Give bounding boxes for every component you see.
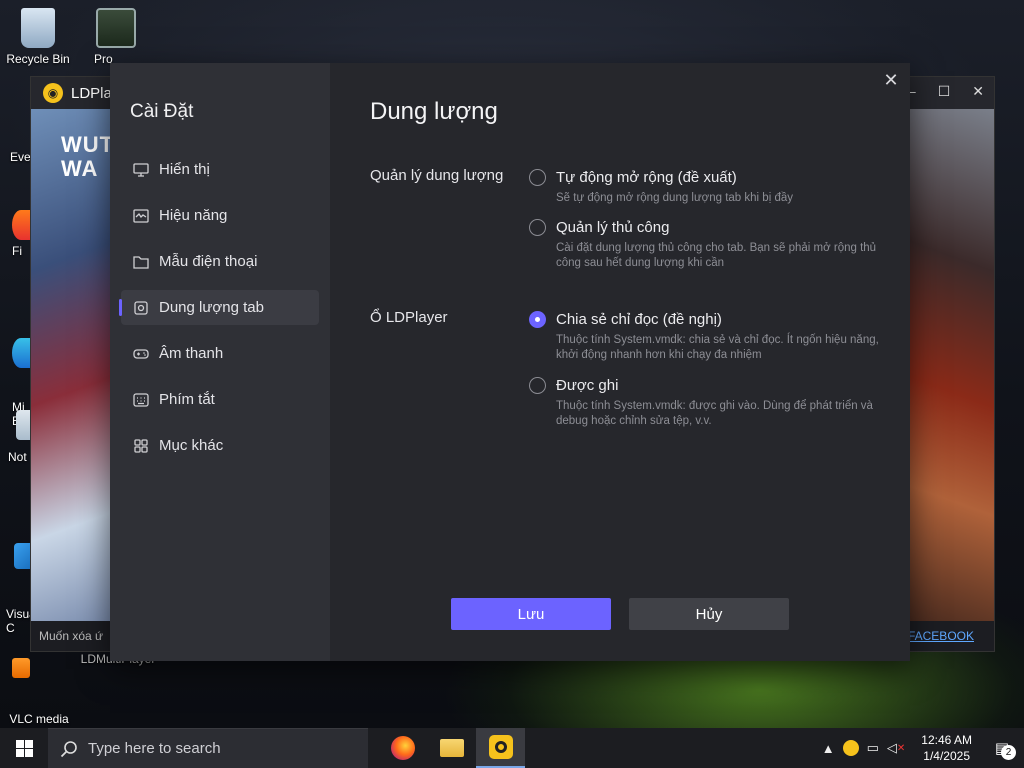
sidebar-item-other[interactable]: Mục khác	[121, 428, 319, 463]
desktop-icon-pro[interactable]: Pro	[78, 8, 138, 66]
option-manual-management[interactable]: Quản lý thủ công Cài đặt dung lượng thủ …	[529, 219, 879, 271]
sidebar-item-performance[interactable]: Hiệu năng	[121, 198, 319, 233]
gamepad-icon	[133, 346, 149, 362]
facebook-link[interactable]: FACEBOOK	[908, 629, 974, 643]
option-auto-expand[interactable]: Tự động mở rộng (đề xuất) Sẽ tự động mở …	[529, 169, 879, 206]
settings-sidebar: Cài Đặt Hiển thị Hiệu năng Mẫu điện thoạ…	[110, 63, 330, 661]
option-description: Cài đặt dung lượng thủ công cho tab. Bạn…	[556, 242, 877, 269]
desktop-icon-recycle-bin[interactable]: Recycle Bin	[0, 8, 76, 66]
sidebar-item-label: Dung lượng tab	[159, 299, 264, 316]
chevron-up-icon[interactable]: ▲	[822, 741, 835, 756]
option-label: Chia sẻ chỉ đọc (đề nghị)	[556, 311, 722, 328]
maximize-icon[interactable]: ☐	[938, 83, 951, 100]
sidebar-item-label: Hiển thị	[159, 161, 210, 178]
ldplayer-icon	[488, 735, 513, 759]
notification-center-button[interactable]: ▤ 2	[988, 734, 1016, 762]
taskbar-search-box[interactable]: Type here to search	[48, 728, 368, 768]
option-shared-readonly[interactable]: Chia sẻ chỉ đọc (đề nghị) Thuộc tính Sys…	[529, 311, 879, 363]
vlc-icon	[12, 658, 30, 678]
search-placeholder: Type here to search	[88, 740, 221, 757]
sidebar-item-display[interactable]: Hiển thị	[121, 152, 319, 187]
radio-button-selected[interactable]	[529, 311, 546, 328]
ldplayer-window-controls: – ☐ ✕	[908, 83, 984, 100]
start-button[interactable]	[0, 728, 48, 768]
taskbar-clock[interactable]: 12:46 AM 1/4/2025	[913, 732, 980, 764]
ldplayer-logo-icon: ◉	[43, 83, 63, 103]
game-artwork-right	[908, 109, 994, 621]
sidebar-item-phone-model[interactable]: Mẫu điện thoại	[121, 244, 319, 279]
section-label-ldplayer-drive: Ổ LDPlayer	[370, 309, 448, 326]
windows-icon	[15, 739, 33, 757]
option-writable[interactable]: Được ghi Thuộc tính System.vmdk: được gh…	[529, 377, 879, 429]
desktop-icon-eve[interactable]: Eve	[0, 150, 31, 164]
save-button[interactable]: Lưu	[451, 598, 611, 630]
cancel-button[interactable]: Hủy	[629, 598, 789, 630]
desktop-icon-firefox[interactable]: Fi	[0, 210, 30, 258]
radio-button[interactable]	[529, 219, 546, 236]
close-icon[interactable]: ✕	[880, 69, 902, 91]
sidebar-item-label: Mục khác	[159, 437, 224, 454]
network-icon[interactable]: ▭	[867, 740, 879, 756]
edge-icon	[12, 338, 30, 368]
option-label: Được ghi	[556, 377, 619, 394]
game-artwork-left: WUT WA	[31, 109, 115, 621]
sidebar-item-label: Hiệu năng	[159, 207, 228, 224]
taskbar-app-firefox[interactable]	[378, 728, 427, 768]
option-label: Quản lý thủ công	[556, 219, 670, 236]
settings-nav: Hiển thị Hiệu năng Mẫu điện thoại Dung l…	[119, 152, 319, 474]
sidebar-item-label: Âm thanh	[159, 345, 224, 362]
desktop-icon-label: Not	[8, 450, 27, 464]
radio-button[interactable]	[529, 169, 546, 186]
desktop-icon-label: Eve	[10, 150, 31, 164]
sidebar-item-sound[interactable]: Âm thanh	[121, 336, 319, 371]
folder-icon	[133, 254, 149, 270]
firefox-icon	[390, 736, 415, 760]
sidebar-item-tab-storage[interactable]: Dung lượng tab	[119, 290, 319, 325]
option-description: Thuộc tính System.vmdk: được ghi vào. Dù…	[556, 400, 873, 427]
performance-icon	[133, 208, 149, 224]
radio-button[interactable]	[529, 377, 546, 394]
settings-dialog: Cài Đặt Hiển thị Hiệu năng Mẫu điện thoạ…	[110, 63, 910, 661]
ldplayer-bottom-text: Muốn xóa ứ	[39, 629, 104, 643]
clock-time: 12:46 AM	[921, 733, 972, 747]
taskbar-app-ldplayer[interactable]	[476, 728, 525, 768]
monitor-app-icon	[96, 8, 136, 48]
taskbar-app-file-explorer[interactable]	[427, 728, 476, 768]
search-icon	[60, 740, 77, 757]
clock-date: 1/4/2025	[923, 749, 970, 763]
close-icon[interactable]: ✕	[972, 83, 984, 100]
ldplayer-tray-icon[interactable]	[842, 740, 859, 756]
keyboard-icon	[133, 392, 149, 408]
desktop-icon-label: Recycle Bin	[6, 52, 70, 66]
sidebar-item-label: Phím tắt	[159, 391, 215, 408]
desktop-icon-notepad[interactable]: Not	[0, 410, 38, 464]
firefox-icon	[12, 210, 30, 240]
option-description: Sẽ tự động mở rộng dung lượng tab khi bị…	[556, 192, 793, 204]
settings-title: Cài Đặt	[130, 101, 194, 122]
system-tray: ▲ ▭ ◁✕ 12:46 AM 1/4/2025 ▤ 2	[822, 728, 1024, 768]
sidebar-item-shortcuts[interactable]: Phím tắt	[121, 382, 319, 417]
desktop-icon-label: Fi	[12, 244, 22, 258]
grid-icon	[133, 438, 149, 454]
folder-icon	[439, 739, 464, 757]
taskbar: Type here to search ▲ ▭ ◁ ✕ 12:46 AM 1/4/…	[0, 728, 1024, 768]
sidebar-item-label: Mẫu điện thoại	[159, 253, 258, 270]
game-art-text: WUT WA	[61, 132, 115, 181]
storage-icon	[133, 300, 149, 316]
monitor-icon	[133, 162, 149, 178]
volume-muted-icon[interactable]: ◁ ✕	[887, 740, 905, 756]
page-title: Dung lượng	[370, 98, 498, 125]
option-description: Thuộc tính System.vmdk: chia sẻ và chỉ đ…	[556, 334, 879, 361]
section-label-storage-management: Quản lý dung lượng	[370, 167, 504, 184]
option-label: Tự động mở rộng (đề xuất)	[556, 169, 737, 186]
recycle-bin-icon	[21, 8, 55, 48]
notification-badge: 2	[1001, 745, 1016, 760]
